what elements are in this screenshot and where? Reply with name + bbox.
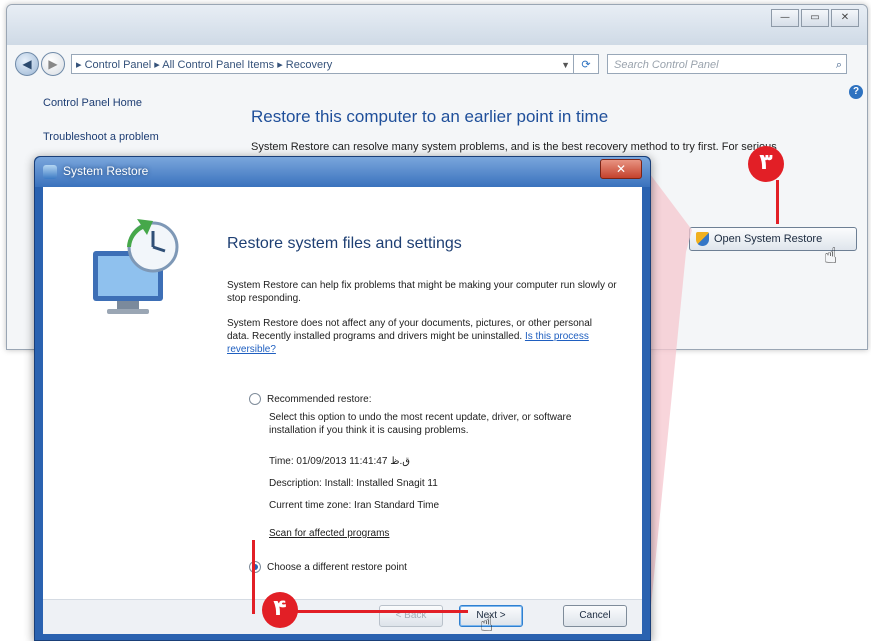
forward-button[interactable]: ▶ xyxy=(41,52,65,76)
callout-step-4: ۴ xyxy=(262,592,298,628)
choose-different-restore-radio[interactable] xyxy=(249,561,261,573)
help-icon[interactable]: ? xyxy=(849,85,863,99)
recommended-restore-option[interactable]: Recommended restore: xyxy=(249,393,372,405)
scan-affected-programs-link[interactable]: Scan for affected programs xyxy=(269,527,609,540)
recommended-restore-radio[interactable] xyxy=(249,393,261,405)
dialog-body: Restore system files and settings System… xyxy=(43,187,642,600)
recommended-restore-description: Select this option to undo the most rece… xyxy=(269,412,572,436)
page-title: Restore this computer to an earlier poin… xyxy=(251,107,609,126)
system-restore-icon xyxy=(43,165,57,179)
search-icon[interactable]: ⌕ xyxy=(836,55,842,75)
monitor-base xyxy=(107,309,149,314)
callout-step-4-line-vertical xyxy=(252,540,255,614)
restore-description: Description: Install: Installed Snagit 1… xyxy=(269,478,438,489)
dialog-heading: Restore system files and settings xyxy=(227,235,462,252)
dialog-close-button[interactable]: ✕ xyxy=(600,159,642,179)
intro-text: System Restore can help fix problems tha… xyxy=(227,280,617,304)
back-dialog-button[interactable]: < Back xyxy=(379,605,443,627)
search-input[interactable]: Search Control Panel ⌕ xyxy=(607,54,847,74)
sidebar-item-control-panel-home[interactable]: Control Panel Home xyxy=(43,97,159,109)
address-bar[interactable]: ▸ Control Panel ▸ All Control Panel Item… xyxy=(71,54,599,74)
dialog-footer: < Back Next > Cancel xyxy=(43,599,642,634)
dialog-titlebar: System Restore ✕ xyxy=(35,157,650,187)
chevron-down-icon[interactable]: ▼ xyxy=(561,55,570,73)
pointer-cursor-icon-2: ☝ xyxy=(480,612,494,637)
choose-different-restore-option[interactable]: Choose a different restore point xyxy=(249,561,407,573)
pointer-cursor-icon: ☝ xyxy=(824,244,838,269)
cancel-button[interactable]: Cancel xyxy=(563,605,627,627)
dialog-title: System Restore xyxy=(63,164,149,178)
recommended-restore-label: Recommended restore: xyxy=(267,393,372,405)
maximize-button[interactable]: ▭ xyxy=(801,9,829,27)
refresh-icon[interactable]: ⟳ xyxy=(573,55,598,73)
navigation-bar: ◀ ▶ ▸ Control Panel ▸ All Control Panel … xyxy=(15,51,859,77)
restore-time: Time: 01/09/2013 11:41:47 ق.ظ xyxy=(269,456,410,467)
restore-timezone: Current time zone: Iran Standard Time xyxy=(269,500,440,511)
open-system-restore-label: Open System Restore xyxy=(714,233,823,245)
choose-different-restore-label: Choose a different restore point xyxy=(267,561,407,573)
minimize-button[interactable]: — xyxy=(771,9,799,27)
data-safety-text: System Restore does not affect any of yo… xyxy=(227,317,617,356)
search-placeholder: Search Control Panel xyxy=(614,59,719,71)
monitor-stand xyxy=(117,301,139,309)
callout-step-3-line xyxy=(776,180,779,224)
shield-icon xyxy=(696,232,709,246)
address-text: ▸ Control Panel ▸ All Control Panel Item… xyxy=(76,59,333,71)
system-restore-dialog: System Restore ✕ Restore system files an… xyxy=(34,156,651,641)
sidebar: Control Panel Home Troubleshoot a proble… xyxy=(43,97,159,165)
back-button[interactable]: ◀ xyxy=(15,52,39,76)
control-panel-titlebar: — ▭ ✕ xyxy=(7,5,867,45)
restore-computer-icon xyxy=(93,219,179,314)
callout-step-4-line-horizontal xyxy=(296,610,468,613)
window-controls: — ▭ ✕ xyxy=(771,9,859,27)
close-button[interactable]: ✕ xyxy=(831,9,859,27)
callout-step-3: ۳ xyxy=(748,146,784,182)
sidebar-item-troubleshoot[interactable]: Troubleshoot a problem xyxy=(43,131,159,143)
